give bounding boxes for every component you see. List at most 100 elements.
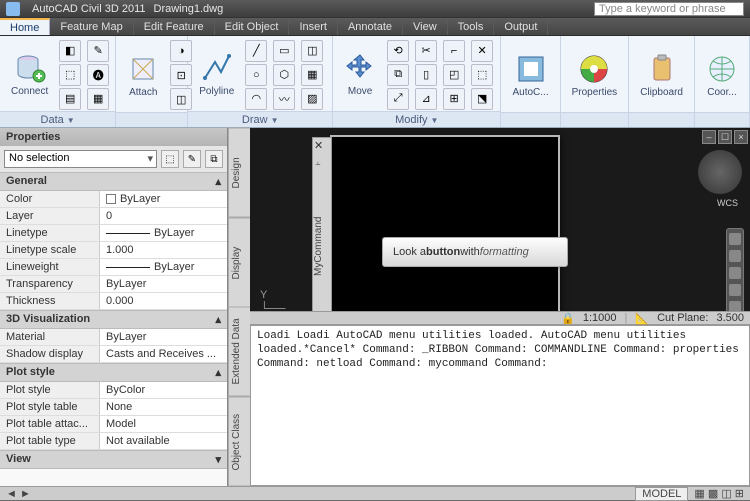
clipboard-icon — [646, 53, 678, 85]
draw-s3[interactable]: ◠ — [245, 88, 267, 110]
prop-row[interactable]: Linetype scale1.000 — [0, 242, 227, 259]
autocad-icon — [515, 53, 547, 85]
selection-combo[interactable]: No selection — [4, 150, 157, 168]
prop-row[interactable]: MaterialByLayer — [0, 329, 227, 346]
pal-btn-3[interactable]: ⧉ — [205, 150, 223, 168]
cutplane-icon[interactable]: 📐 — [635, 312, 649, 325]
draw-s9[interactable]: ▨ — [301, 88, 323, 110]
draw-s1[interactable]: ╱ — [245, 40, 267, 62]
viewport-maximize-icon[interactable]: ☐ — [718, 130, 732, 144]
mod-s12[interactable]: ⬔ — [471, 88, 493, 110]
formatted-button[interactable]: Look a button with formatting — [382, 237, 568, 267]
pal-btn-1[interactable]: ⬚ — [161, 150, 179, 168]
data-small-6[interactable]: ▦ — [87, 88, 109, 110]
tab-home[interactable]: Home — [0, 18, 50, 35]
mod-s7[interactable]: ⌐ — [443, 40, 465, 62]
prop-row[interactable]: Plot table attac...Model — [0, 416, 227, 433]
properties-palette: Properties No selection ⬚ ✎ ⧉ General▴Co… — [0, 128, 228, 486]
mod-s11[interactable]: ⬚ — [471, 64, 493, 86]
panel-title-data: Data — [41, 114, 64, 126]
scale-value[interactable]: 1:1000 — [583, 312, 617, 324]
chevron-down-icon[interactable]: ▼ — [271, 116, 279, 125]
prop-group[interactable]: General▴ — [0, 172, 227, 191]
keyword-search-input[interactable]: Type a keyword or phrase — [594, 2, 744, 16]
mod-s3[interactable]: ⤢ — [387, 88, 409, 110]
prop-row[interactable]: ColorByLayer — [0, 191, 227, 208]
tab-annotate[interactable]: Annotate — [338, 18, 403, 35]
palette-close-icon[interactable]: ✕ — [314, 139, 323, 152]
tab-edit-object[interactable]: Edit Object — [215, 18, 290, 35]
database-icon — [14, 52, 46, 84]
move-button[interactable]: Move — [339, 49, 381, 100]
clipboard-button[interactable]: Clipboard — [635, 50, 688, 101]
vtab-extended-data[interactable]: Extended Data — [228, 307, 250, 397]
pal-btn-2[interactable]: ✎ — [183, 150, 201, 168]
prop-row[interactable]: LineweightByLayer — [0, 259, 227, 276]
vtab-object-class[interactable]: Object Class — [228, 397, 250, 487]
prop-row[interactable]: Layer0 — [0, 208, 227, 225]
ribbon-panel-draw: Polyline ╱○◠ ▭⬡〰 ◫▦▨ Draw▼ — [188, 36, 333, 127]
prop-row[interactable]: Shadow displayCasts and Receives ... — [0, 346, 227, 363]
prop-row[interactable]: Thickness0.000 — [0, 293, 227, 310]
coord-button[interactable]: Coor... — [701, 50, 743, 101]
viewport-close-icon[interactable]: × — [734, 130, 748, 144]
ribbon-panel-clipboard: Clipboard — [629, 36, 695, 127]
attach-button[interactable]: Attach — [122, 50, 164, 101]
draw-s7[interactable]: ◫ — [301, 40, 323, 62]
draw-s5[interactable]: ⬡ — [273, 64, 295, 86]
connect-button[interactable]: Connect — [6, 49, 53, 100]
vtab-display[interactable]: Display — [228, 218, 250, 308]
connect-label: Connect — [11, 86, 48, 97]
prop-row[interactable]: Plot table typeNot available — [0, 433, 227, 450]
prop-group[interactable]: Plot style▴ — [0, 363, 227, 382]
draw-s4[interactable]: ▭ — [273, 40, 295, 62]
chevron-down-icon[interactable]: ▼ — [67, 116, 75, 125]
prop-group[interactable]: View▾ — [0, 450, 227, 469]
prop-row[interactable]: Plot style tableNone — [0, 399, 227, 416]
draw-s2[interactable]: ○ — [245, 64, 267, 86]
data-small-5[interactable]: 🅐 — [87, 64, 109, 86]
data-small-1[interactable]: ◧ — [59, 40, 81, 62]
autocad-button[interactable]: AutoC... — [507, 50, 553, 101]
ribbon-panel-attach: Attach ◑ ⊡ ◫ — [116, 36, 188, 127]
mod-s8[interactable]: ◰ — [443, 64, 465, 86]
ribbon-panel-modify: Move ⟲⧉⤢ ✂▯⊿ ⌐◰⊞ ✕⬚⬔ Modify▼ — [333, 36, 501, 127]
tab-insert[interactable]: Insert — [289, 18, 338, 35]
prop-row[interactable]: TransparencyByLayer — [0, 276, 227, 293]
mod-s4[interactable]: ✂ — [415, 40, 437, 62]
tab-feature-map[interactable]: Feature Map — [50, 18, 133, 35]
mod-s5[interactable]: ▯ — [415, 64, 437, 86]
mod-s9[interactable]: ⊞ — [443, 88, 465, 110]
data-small-2[interactable]: ⬚ — [59, 64, 81, 86]
prop-row[interactable]: LinetypeByLayer — [0, 225, 227, 242]
command-window[interactable]: Loadi Loadi AutoCAD menu utilities loade… — [250, 325, 750, 486]
vtab-design[interactable]: Design — [228, 128, 250, 218]
chevron-down-icon[interactable]: ▼ — [431, 116, 439, 125]
data-small-4[interactable]: ✎ — [87, 40, 109, 62]
tab-output[interactable]: Output — [494, 18, 548, 35]
tab-edit-feature[interactable]: Edit Feature — [134, 18, 215, 35]
tab-view[interactable]: View — [403, 18, 448, 35]
mod-s1[interactable]: ⟲ — [387, 40, 409, 62]
polyline-button[interactable]: Polyline — [194, 49, 239, 100]
mod-s10[interactable]: ✕ — [471, 40, 493, 62]
mod-s6[interactable]: ⊿ — [415, 88, 437, 110]
prop-row[interactable]: Plot styleByColor — [0, 382, 227, 399]
app-title: AutoCAD Civil 3D 2011 — [32, 3, 146, 15]
properties-button[interactable]: Properties — [567, 50, 623, 101]
attach-icon — [127, 53, 159, 85]
navigation-bar[interactable] — [726, 228, 744, 318]
tab-tools[interactable]: Tools — [448, 18, 495, 35]
viewport-minimize-icon[interactable]: – — [702, 130, 716, 144]
palette-pin-icon[interactable]: ⫠ — [315, 157, 320, 168]
draw-s6[interactable]: 〰 — [273, 88, 295, 110]
draw-s8[interactable]: ▦ — [301, 64, 323, 86]
scale-icon[interactable]: 🔒 — [561, 312, 575, 325]
model-tab[interactable]: MODEL — [635, 487, 688, 501]
mod-s2[interactable]: ⧉ — [387, 64, 409, 86]
cutplane-value[interactable]: 3.500 — [716, 312, 744, 324]
move-icon — [344, 52, 376, 84]
view-cube[interactable] — [698, 150, 742, 194]
prop-group[interactable]: 3D Visualization▴ — [0, 310, 227, 329]
data-small-3[interactable]: ▤ — [59, 88, 81, 110]
